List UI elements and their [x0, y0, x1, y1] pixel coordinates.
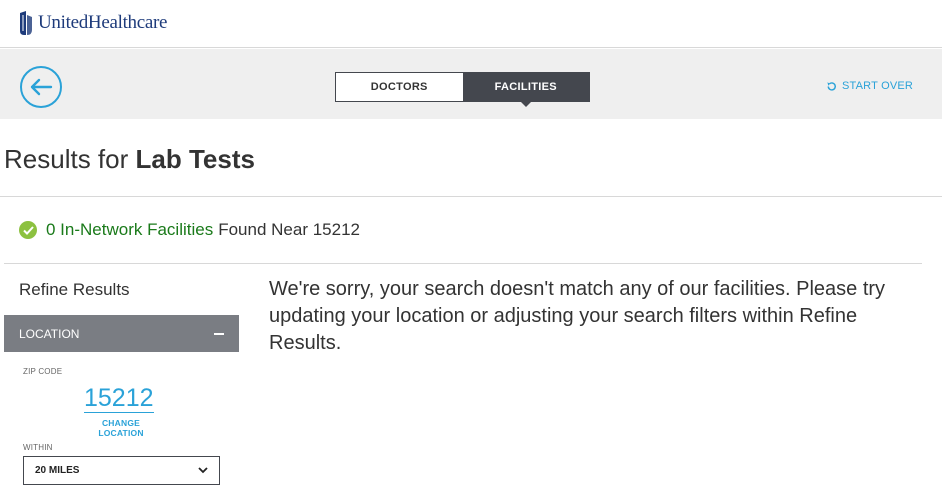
title-prefix: Results for: [4, 144, 136, 174]
brand-logo[interactable]: UnitedHealthcare: [18, 8, 167, 38]
no-results-message: We're sorry, your search doesn't match a…: [269, 278, 886, 354]
results-status: 0 In-Network Facilities Found Near 15212: [19, 220, 360, 240]
divider: [4, 263, 922, 264]
tab-facilities[interactable]: FACILITIES: [462, 73, 589, 107]
distance-select[interactable]: 20 MILES: [23, 456, 220, 485]
change-location-line1: CHANGE: [101, 418, 141, 428]
change-location-link[interactable]: CHANGE LOCATION: [88, 418, 154, 438]
restart-icon: [827, 81, 836, 91]
check-circle-icon: [19, 221, 37, 239]
results-location: Found Near 15212: [218, 220, 360, 239]
change-location-line2: LOCATION: [98, 428, 144, 438]
divider: [0, 196, 942, 197]
back-button[interactable]: [20, 66, 62, 108]
page-title: Results for Lab Tests: [4, 144, 255, 175]
top-header: UnitedHealthcare: [0, 0, 942, 48]
collapse-minus-icon: [214, 332, 224, 335]
results-count: 0 In-Network Facilities: [46, 220, 214, 239]
zip-code-value[interactable]: 15212: [84, 384, 154, 413]
nav-band: DOCTORS FACILITIES START OVER: [0, 49, 942, 119]
search-term: Lab Tests: [135, 144, 255, 174]
tab-doctors[interactable]: DOCTORS: [336, 73, 463, 101]
start-over-label: START OVER: [842, 80, 914, 92]
start-over-button[interactable]: START OVER: [826, 80, 913, 92]
within-label: WITHIN: [23, 443, 53, 452]
uhc-logo-icon: [20, 11, 32, 35]
refine-results-heading: Refine Results: [19, 280, 130, 299]
zip-code-label: ZIP CODE: [23, 367, 63, 376]
chevron-down-icon: [198, 467, 208, 474]
search-type-toggle: DOCTORS FACILITIES: [335, 72, 590, 107]
distance-select-value: 20 MILES: [35, 465, 80, 476]
location-header-label: LOCATION: [19, 326, 80, 341]
location-section-header[interactable]: LOCATION: [4, 315, 239, 352]
arrow-left-icon: [30, 78, 53, 96]
brand-name: UnitedHealthcare: [38, 12, 168, 33]
